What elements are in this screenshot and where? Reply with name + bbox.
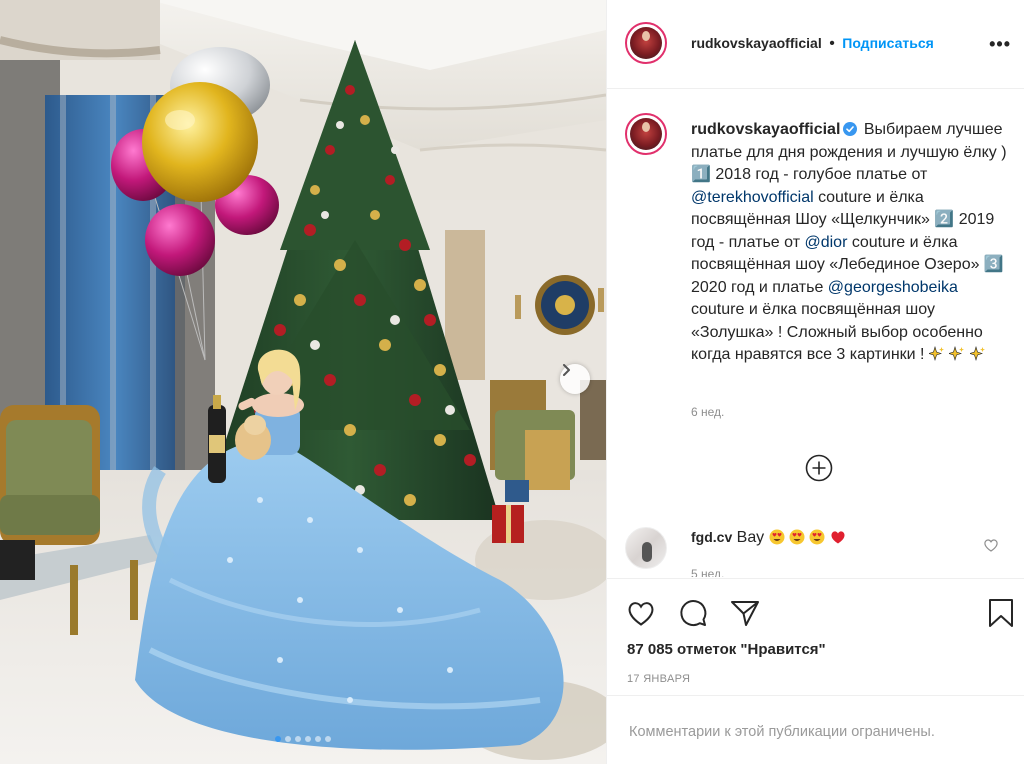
header-user-line: rudkovskayaofficial • Подписаться <box>691 35 934 53</box>
save-bookmark-icon[interactable] <box>985 597 1017 629</box>
post-caption: rudkovskayaofficial Выбираем лучшее плат… <box>691 119 1011 367</box>
commenter-username[interactable]: fgd.cv <box>691 529 732 545</box>
commenter-avatar[interactable] <box>625 527 667 569</box>
sparkles-icon <box>969 346 985 362</box>
author-avatar[interactable] <box>625 22 667 64</box>
comments-restricted-notice: Комментарии к этой публикации ограничены… <box>629 724 935 740</box>
comment-like-heart-icon[interactable] <box>983 537 999 553</box>
mention-link-terekhovofficial[interactable]: @terekhovofficial <box>691 189 814 206</box>
post-photo[interactable] <box>0 0 606 764</box>
like-heart-icon[interactable] <box>625 597 657 629</box>
carousel-dot <box>305 736 311 742</box>
comments-scroll-area[interactable]: rudkovskayaofficial Выбираем лучшее плат… <box>607 89 1024 577</box>
photo-illustration <box>0 0 606 764</box>
post-header: rudkovskayaofficial • Подписаться ••• <box>607 0 1024 89</box>
carousel-dot <box>325 736 331 742</box>
carousel-dot <box>295 736 301 742</box>
load-more-comments-icon[interactable] <box>805 454 833 482</box>
likes-count[interactable]: 87 085 отметок "Нравится" <box>627 641 826 658</box>
carousel-dot <box>285 736 291 742</box>
follow-button[interactable]: Подписаться <box>842 35 934 51</box>
share-paper-plane-icon[interactable] <box>729 597 761 629</box>
comment-row: fgd.cv Вау 5 нед. <box>607 519 1024 577</box>
mention-link-dior[interactable]: @dior <box>804 234 847 251</box>
comment-text: fgd.cv Вау <box>691 529 846 547</box>
post-date[interactable]: 17 ЯНВАРЯ <box>627 673 690 685</box>
more-options-button[interactable]: ••• <box>989 34 1011 55</box>
heart-eyes-icon <box>789 529 805 545</box>
verified-badge-icon <box>843 122 858 136</box>
comment-bubble-icon[interactable] <box>677 597 709 629</box>
heart-eyes-icon <box>809 529 825 545</box>
more-options-icon: ••• <box>989 34 1011 54</box>
author-username[interactable]: rudkovskayaofficial <box>691 35 822 51</box>
sparkles-icon <box>928 346 944 362</box>
comment-box-area: Комментарии к этой публикации ограничены… <box>607 695 1024 766</box>
caption-username[interactable]: rudkovskayaofficial <box>691 121 840 138</box>
sparkles-icon <box>949 346 965 362</box>
caption-author-avatar[interactable] <box>625 113 667 155</box>
carousel-dots <box>0 736 606 742</box>
comment-timestamp: 5 нед. <box>691 567 725 577</box>
comment-body: Вау <box>732 529 769 546</box>
next-photo-button[interactable] <box>560 364 590 394</box>
chevron-right-icon <box>563 364 570 376</box>
heart-eyes-icon <box>769 529 785 545</box>
carousel-dot <box>275 736 281 742</box>
carousel-dot <box>315 736 321 742</box>
caption-timestamp[interactable]: 6 нед. <box>691 405 724 419</box>
mention-link-georgeshobeika[interactable]: @georgeshobeika <box>828 279 958 296</box>
separator-dot: • <box>829 35 835 52</box>
post-actions: 87 085 отметок "Нравится" 17 ЯНВАРЯ Комм… <box>607 578 1024 765</box>
post-side-panel: rudkovskayaofficial • Подписаться ••• ru… <box>606 0 1024 764</box>
red-heart-icon <box>831 531 845 544</box>
